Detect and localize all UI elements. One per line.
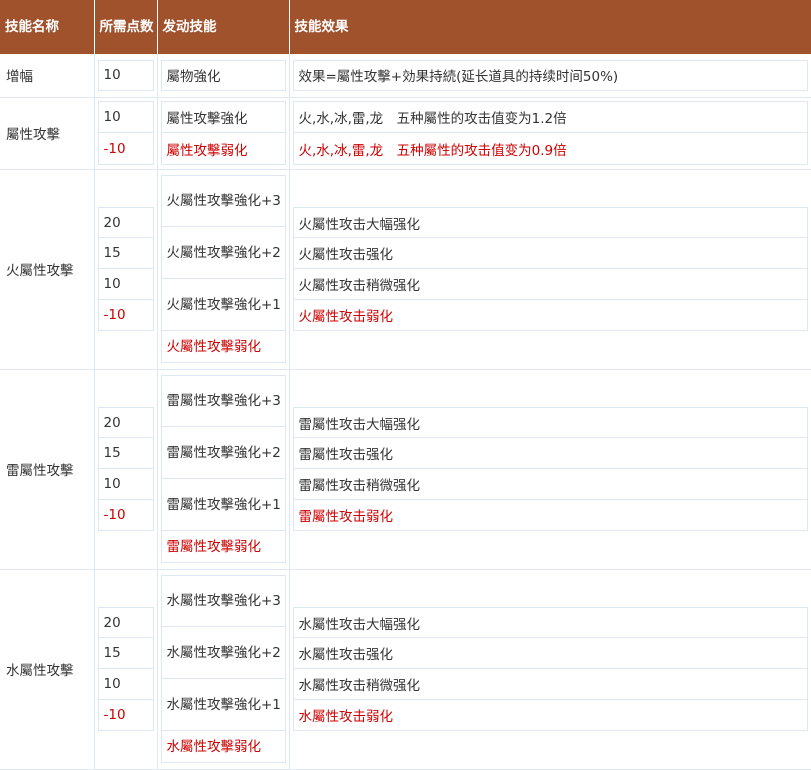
activated-skill: 屬物強化 — [160, 59, 286, 91]
header-skill-name: 技能名称 — [0, 0, 95, 54]
effect-text: 火屬性攻击稍微强化 — [292, 269, 808, 300]
points-value: 10 — [97, 101, 154, 133]
activated-skill: 水屬性攻擊強化+2 — [160, 627, 286, 679]
points-cell: 20 15 10 -10 — [94, 369, 158, 570]
header-skill-effect: 技能效果 — [289, 0, 811, 54]
points-value: 15 — [97, 638, 154, 669]
points-value-negative: -10 — [97, 300, 154, 331]
points-value: 15 — [97, 438, 154, 469]
effect-text-negative: 火屬性攻击弱化 — [292, 300, 808, 331]
activated-skill-cell: 雷屬性攻擊強化+3 雷屬性攻擊強化+2 雷屬性攻擊強化+1 雷屬性攻擊弱化 — [157, 369, 290, 570]
effect-text-negative: 水屬性攻击弱化 — [292, 700, 808, 731]
skill-name: 增幅 — [6, 69, 33, 86]
activated-skill: 水屬性攻擊強化+1 — [160, 679, 286, 731]
table-row: 水屬性攻擊 20 15 10 -10 水屬性攻擊強化+3 水屬性攻擊強化+2 水… — [0, 569, 811, 770]
effect-text: 火,水,冰,雷,龙 五种屬性的攻击值变为1.2倍 — [292, 101, 808, 133]
effect-text: 水屬性攻击强化 — [292, 638, 808, 669]
points-value-negative: -10 — [97, 700, 154, 731]
skill-name: 火屬性攻擊 — [6, 263, 74, 279]
activated-skill-cell: 屬物強化 — [157, 54, 290, 98]
points-value-negative: -10 — [97, 500, 154, 531]
header-required-points-label: 所需点数 — [99, 18, 154, 35]
points-value: 15 — [97, 238, 154, 269]
points-value: 10 — [97, 59, 154, 91]
effect-text: 雷屬性攻击强化 — [292, 438, 808, 469]
activated-skill-negative: 雷屬性攻擊弱化 — [160, 531, 286, 563]
activated-skill: 火屬性攻擊強化+2 — [160, 227, 286, 279]
activated-skill: 火屬性攻擊強化+1 — [160, 279, 286, 331]
table-row: 增幅 10 屬物強化 效果=屬性攻擊+効果持続(延长道具的持续时间50%) — [0, 54, 811, 98]
points-value: 20 — [97, 207, 154, 238]
points-value: 20 — [97, 607, 154, 638]
skills-table: 技能名称 所需点数 发动技能 技能效果 增幅 10 屬物強化 效果=屬性攻擊+効… — [0, 0, 811, 770]
skill-name-cell: 屬性攻擊 — [0, 97, 95, 170]
skill-name-cell: 火屬性攻擊 — [0, 169, 95, 370]
points-value: 10 — [97, 469, 154, 500]
activated-skill: 雷屬性攻擊強化+3 — [160, 375, 286, 427]
effect-cell: 效果=屬性攻擊+効果持続(延长道具的持续时间50%) — [289, 54, 811, 98]
skill-name-cell: 水屬性攻擊 — [0, 569, 95, 770]
skill-name: 水屬性攻擊 — [6, 663, 74, 679]
header-required-points: 所需点数 — [94, 0, 158, 54]
effect-cell: 火,水,冰,雷,龙 五种屬性的攻击值变为1.2倍 火,水,冰,雷,龙 五种屬性的… — [289, 97, 811, 170]
activated-skill: 水屬性攻擊強化+3 — [160, 575, 286, 627]
effect-text-negative: 火,水,冰,雷,龙 五种屬性的攻击值变为0.9倍 — [292, 133, 808, 165]
effect-text: 水屬性攻击稍微强化 — [292, 669, 808, 700]
activated-skill-negative: 火屬性攻擊弱化 — [160, 331, 286, 363]
skill-name-cell: 雷屬性攻擊 — [0, 369, 95, 570]
header-activated-skill: 发动技能 — [157, 0, 290, 54]
effect-text: 效果=屬性攻擊+効果持続(延长道具的持续时间50%) — [292, 59, 808, 91]
activated-skill: 屬性攻擊強化 — [160, 101, 286, 133]
table-row: 火屬性攻擊 20 15 10 -10 火屬性攻擊強化+3 火屬性攻擊強化+2 火… — [0, 169, 811, 370]
effect-cell: 火屬性攻击大幅强化 火屬性攻击强化 火屬性攻击稍微强化 火屬性攻击弱化 — [289, 169, 811, 370]
activated-skill-cell: 水屬性攻擊強化+3 水屬性攻擊強化+2 水屬性攻擊強化+1 水屬性攻擊弱化 — [157, 569, 290, 770]
effect-cell: 水屬性攻击大幅强化 水屬性攻击强化 水屬性攻击稍微强化 水屬性攻击弱化 — [289, 569, 811, 770]
effect-text-negative: 雷屬性攻击弱化 — [292, 500, 808, 531]
effect-cell: 雷屬性攻击大幅强化 雷屬性攻击强化 雷屬性攻击稍微强化 雷屬性攻击弱化 — [289, 369, 811, 570]
activated-skill: 雷屬性攻擊強化+1 — [160, 479, 286, 531]
effect-text: 火屬性攻击强化 — [292, 238, 808, 269]
activated-skill: 火屬性攻擊強化+3 — [160, 175, 286, 227]
skill-name: 雷屬性攻擊 — [6, 463, 74, 479]
effect-text: 水屬性攻击大幅强化 — [292, 607, 808, 638]
activated-skill-negative: 水屬性攻擊弱化 — [160, 731, 286, 763]
activated-skill-cell: 火屬性攻擊強化+3 火屬性攻擊強化+2 火屬性攻擊強化+1 火屬性攻擊弱化 — [157, 169, 290, 370]
effect-text: 雷屬性攻击稍微强化 — [292, 469, 808, 500]
skill-name-cell: 增幅 — [0, 54, 95, 98]
points-value-negative: -10 — [97, 133, 154, 165]
points-value: 10 — [97, 669, 154, 700]
effect-text: 雷屬性攻击大幅强化 — [292, 407, 808, 438]
activated-skill-negative: 屬性攻擊弱化 — [160, 133, 286, 165]
points-cell: 20 15 10 -10 — [94, 169, 158, 370]
points-value: 10 — [97, 269, 154, 300]
points-value: 20 — [97, 407, 154, 438]
points-cell: 20 15 10 -10 — [94, 569, 158, 770]
activated-skill: 雷屬性攻擊強化+2 — [160, 427, 286, 479]
skill-name: 屬性攻擊 — [6, 127, 60, 143]
points-cell: 10 -10 — [94, 97, 158, 170]
table-row: 雷屬性攻擊 20 15 10 -10 雷屬性攻擊強化+3 雷屬性攻擊強化+2 雷… — [0, 369, 811, 570]
activated-skill-cell: 屬性攻擊強化 屬性攻擊弱化 — [157, 97, 290, 170]
points-cell: 10 — [94, 54, 158, 98]
effect-text: 火屬性攻击大幅强化 — [292, 207, 808, 238]
table-header-row: 技能名称 所需点数 发动技能 技能效果 — [0, 0, 811, 54]
table-row: 屬性攻擊 10 -10 屬性攻擊強化 屬性攻擊弱化 火,水,冰,雷,龙 五种屬性… — [0, 97, 811, 170]
